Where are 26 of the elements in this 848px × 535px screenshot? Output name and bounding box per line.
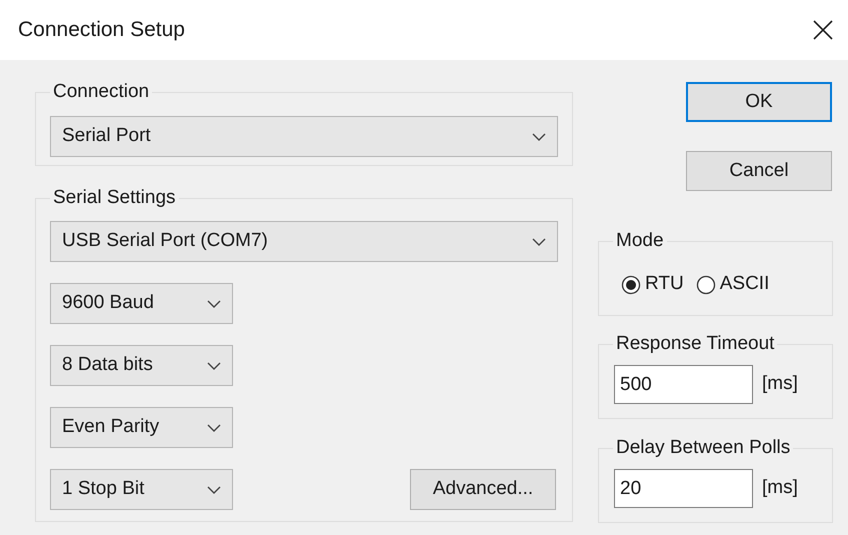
input-field[interactable]: 500 xyxy=(614,365,753,404)
chevron-icon xyxy=(207,300,221,308)
chevron-icon xyxy=(207,362,221,370)
unit-label: [ms] xyxy=(762,372,798,396)
chevron-icon xyxy=(532,132,546,140)
group-label: Serial Settings xyxy=(50,186,179,210)
dropdown[interactable]: 8 Data bits xyxy=(50,345,233,386)
dialog-button[interactable]: OK xyxy=(686,82,832,122)
dropdown[interactable]: USB Serial Port (COM7) xyxy=(50,221,558,262)
close-icon[interactable] xyxy=(812,19,834,41)
advanced-button[interactable]: Advanced... xyxy=(410,469,556,510)
unit-label: [ms] xyxy=(762,476,798,500)
dropdown[interactable]: 9600 Baud xyxy=(50,283,233,324)
chevron-icon xyxy=(532,238,546,246)
chevron-icon xyxy=(207,424,221,432)
window-title: Connection Setup xyxy=(18,17,185,44)
group-label: Response Timeout xyxy=(613,332,778,356)
dropdown[interactable]: Serial Port xyxy=(50,116,558,157)
dropdown[interactable]: 1 Stop Bit xyxy=(50,469,233,510)
group-label: Delay Between Polls xyxy=(613,436,794,460)
chevron-icon xyxy=(207,486,221,494)
dropdown[interactable]: Even Parity xyxy=(50,407,233,448)
dialog-button[interactable]: Cancel xyxy=(686,151,832,191)
input-field[interactable]: 20 xyxy=(614,469,753,508)
radio-option[interactable]: RTU xyxy=(621,270,684,299)
radio-option[interactable]: ASCII xyxy=(696,270,770,299)
